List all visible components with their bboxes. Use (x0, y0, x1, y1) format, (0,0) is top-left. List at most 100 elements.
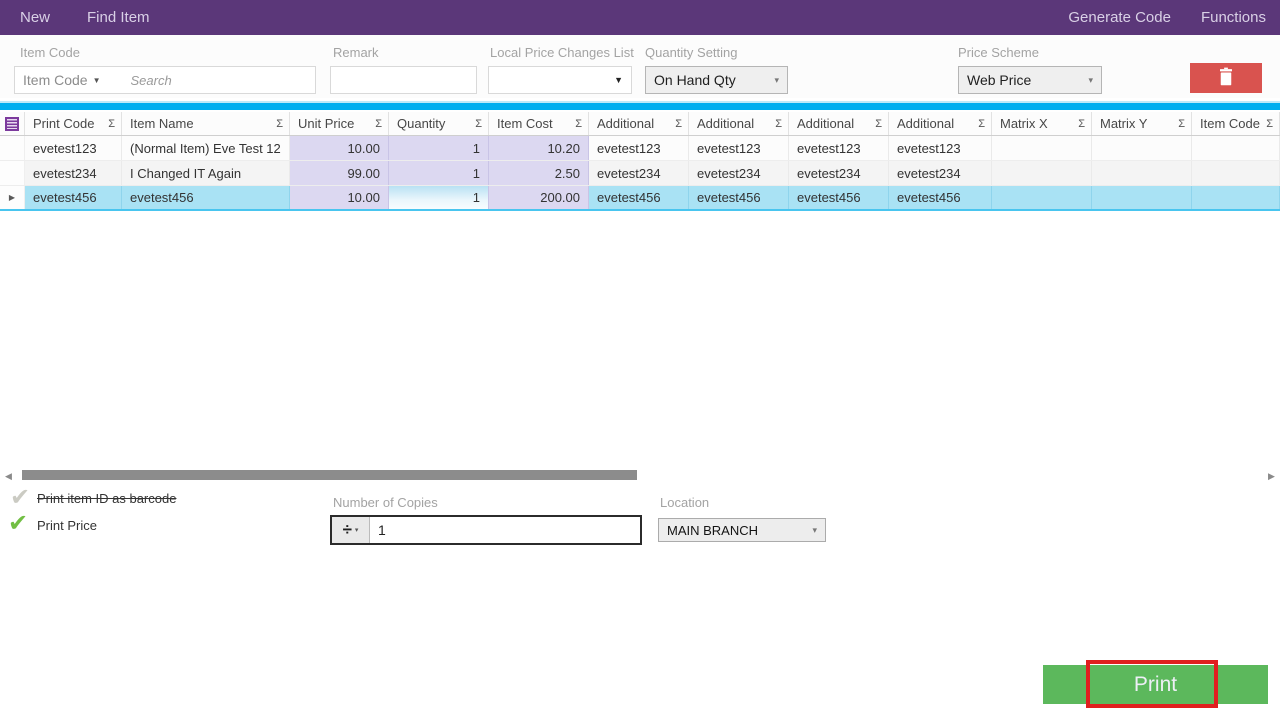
quantity-setting-label: Quantity Setting (645, 45, 738, 60)
grid-cell[interactable] (1092, 186, 1192, 209)
sigma-summary-icon[interactable]: Σ (1078, 118, 1085, 130)
sigma-summary-icon[interactable]: Σ (978, 118, 985, 130)
grid-cell[interactable]: evetest456 (889, 186, 992, 209)
sigma-summary-icon[interactable]: Σ (575, 118, 582, 130)
menu-item-find-item[interactable]: Find Item (87, 9, 150, 26)
row-selector[interactable] (0, 161, 25, 185)
grid-cell[interactable]: 10.20 (489, 136, 589, 160)
sigma-summary-icon[interactable]: Σ (276, 118, 283, 130)
search-input[interactable] (130, 72, 291, 88)
grid-cell[interactable]: I Changed IT Again (122, 161, 290, 185)
grid-cell[interactable]: evetest456 (25, 186, 122, 209)
price-scheme-select[interactable]: Web Price ▾ (958, 66, 1102, 94)
scroll-right-arrow-icon[interactable]: ▶ (1268, 471, 1275, 482)
grid-header-row: Print Code Σ Item Name Σ Unit Price Σ Quantity… (0, 112, 1280, 136)
remark-field[interactable] (330, 66, 477, 94)
chevron-down-icon: ▾ (1088, 74, 1093, 85)
grid-cell[interactable]: evetest456 (789, 186, 889, 209)
print-button[interactable]: Print (1043, 665, 1268, 704)
column-header-item-name[interactable]: Item Name Σ (122, 112, 290, 135)
column-header-print-code[interactable]: Print Code Σ (25, 112, 122, 135)
column-header-additional[interactable]: Additional Σ (889, 112, 992, 135)
grid-cell[interactable]: evetest123 (789, 136, 889, 160)
grid-cell[interactable] (1192, 161, 1280, 185)
menu-left-group: New Find Item (0, 9, 150, 26)
delete-button[interactable] (1190, 63, 1262, 93)
grid-cell[interactable] (992, 161, 1092, 185)
grid-cell[interactable]: evetest123 (689, 136, 789, 160)
grid-cell[interactable] (992, 186, 1092, 209)
column-header-label: Additional (697, 116, 755, 131)
sigma-summary-icon[interactable]: Σ (675, 118, 682, 130)
grid-cell[interactable] (1092, 136, 1192, 160)
grid-cell[interactable]: evetest456 (122, 186, 290, 209)
print-barcode-label[interactable]: Print item ID as barcode (37, 491, 176, 506)
column-header-additional[interactable]: Additional Σ (689, 112, 789, 135)
remark-input[interactable] (331, 67, 476, 93)
grid-cell[interactable]: 1 (389, 186, 489, 209)
menu-item-functions[interactable]: Functions (1201, 9, 1266, 26)
grid-cell[interactable]: 10.00 (290, 136, 389, 160)
quantity-setting-select[interactable]: On Hand Qty ▾ (645, 66, 788, 94)
column-header-additional[interactable]: Additional Σ (789, 112, 889, 135)
menu-item-generate-code[interactable]: Generate Code (1068, 9, 1171, 26)
sigma-summary-icon[interactable]: Σ (375, 118, 382, 130)
sigma-summary-icon[interactable]: Σ (475, 118, 482, 130)
sigma-summary-icon[interactable]: Σ (108, 118, 115, 130)
grid-cell[interactable]: evetest234 (789, 161, 889, 185)
grid-body: evetest123 (Normal Item) Eve Test 12 10.00… (0, 136, 1280, 211)
copies-value[interactable]: 1 (370, 517, 640, 543)
column-header-quantity[interactable]: Quantity Σ (389, 112, 489, 135)
item-code-field-selector[interactable]: Item Code ▼ (23, 72, 101, 88)
row-selector-marker-icon[interactable]: ▶ (0, 186, 25, 209)
column-header-label: Item Name (130, 116, 194, 131)
column-header-matrix-y[interactable]: Matrix Y Σ (1092, 112, 1192, 135)
location-select[interactable]: MAIN BRANCH ▾ (658, 518, 826, 542)
grid-cell[interactable]: (Normal Item) Eve Test 12 (122, 136, 290, 160)
grid-cell[interactable]: 99.00 (290, 161, 389, 185)
grid-cell[interactable]: evetest456 (689, 186, 789, 209)
item-code-search-box[interactable]: Item Code ▼ (14, 66, 316, 94)
select-all-corner[interactable] (0, 112, 25, 135)
column-header-item-cost[interactable]: Item Cost Σ (489, 112, 589, 135)
grid-cell[interactable]: evetest456 (589, 186, 689, 209)
print-price-checkmark-icon[interactable]: ✔ (8, 512, 28, 536)
grid-cell[interactable]: evetest123 (889, 136, 992, 160)
grid-cell[interactable]: 1 (389, 136, 489, 160)
grid-cell[interactable] (1092, 161, 1192, 185)
copies-spinner-button[interactable]: ÷ ▾ (332, 517, 370, 543)
chevron-down-icon: ▾ (812, 524, 817, 535)
grid-cell[interactable]: evetest234 (25, 161, 122, 185)
grid-cell[interactable]: evetest123 (589, 136, 689, 160)
scroll-left-arrow-icon[interactable]: ◀ (5, 471, 12, 482)
column-header-additional[interactable]: Additional Σ (589, 112, 689, 135)
grid-cell[interactable]: evetest234 (889, 161, 992, 185)
column-header-matrix-x[interactable]: Matrix X Σ (992, 112, 1092, 135)
local-price-changes-combo[interactable]: ▼ (488, 66, 632, 94)
grid-cell[interactable] (992, 136, 1092, 160)
menu-item-new[interactable]: New (20, 9, 50, 26)
grid-cell[interactable]: 10.00 (290, 186, 389, 209)
row-selector[interactable] (0, 136, 25, 160)
grid-cell[interactable]: evetest123 (25, 136, 122, 160)
column-header-item-code[interactable]: Item Code Σ (1192, 112, 1280, 135)
grid-cell[interactable]: 2.50 (489, 161, 589, 185)
sigma-summary-icon[interactable]: Σ (775, 118, 782, 130)
sigma-summary-icon[interactable]: Σ (1266, 118, 1273, 130)
grid-cell[interactable] (1192, 136, 1280, 160)
grid-cell[interactable]: evetest234 (589, 161, 689, 185)
print-barcode-checkmark-icon[interactable]: ✔ (10, 486, 30, 510)
sigma-summary-icon[interactable]: Σ (875, 118, 882, 130)
grid-cell[interactable]: evetest234 (689, 161, 789, 185)
print-price-label[interactable]: Print Price (37, 518, 97, 533)
table-row[interactable]: evetest123 (Normal Item) Eve Test 12 10.00… (0, 136, 1280, 161)
sigma-summary-icon[interactable]: Σ (1178, 118, 1185, 130)
column-header-unit-price[interactable]: Unit Price Σ (290, 112, 389, 135)
table-row[interactable]: evetest234 I Changed IT Again 99.00 1 2.50 ev… (0, 161, 1280, 186)
grid-cell[interactable]: 1 (389, 161, 489, 185)
horizontal-scrollbar-thumb[interactable] (22, 470, 637, 480)
grid-cell[interactable]: 200.00 (489, 186, 589, 209)
number-of-copies-field[interactable]: ÷ ▾ 1 (330, 515, 642, 545)
grid-cell[interactable] (1192, 186, 1280, 209)
table-row[interactable]: ▶ evetest456 evetest456 10.00 1 200.00 evetest… (0, 186, 1280, 211)
